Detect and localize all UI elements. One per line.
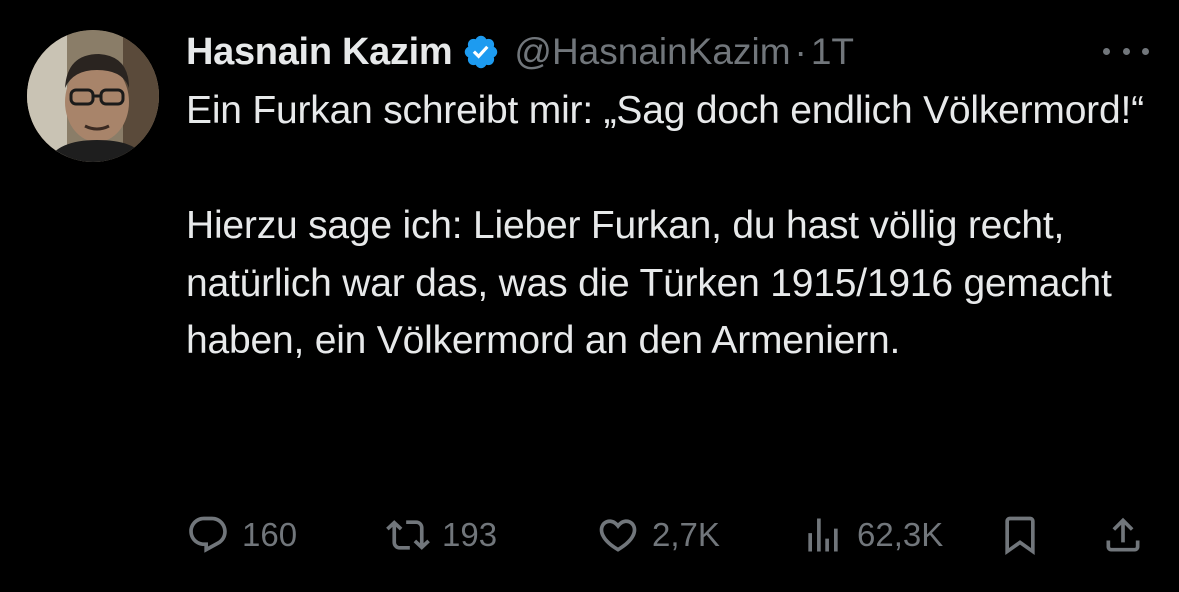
- timestamp[interactable]: 1T: [811, 31, 854, 73]
- views-icon: [808, 518, 838, 552]
- tweet-paragraph: Hierzu sage ich: Lieber Furkan, du hast …: [186, 204, 1112, 362]
- action-bar: 160 193 2,7K 62,3K: [186, 510, 1146, 560]
- more-options-icon[interactable]: [1103, 38, 1149, 64]
- tweet-text: Ein Furkan schreibt mir: „Sag doch endli…: [186, 82, 1146, 370]
- tweet: Hasnain Kazim @HasnainKazim · 1T Ein Fur…: [0, 0, 1179, 592]
- separator-dot: ·: [794, 31, 807, 72]
- reply-count: 160: [242, 516, 298, 553]
- bookmark-icon: [1005, 516, 1035, 556]
- avatar[interactable]: [27, 30, 159, 162]
- share-icon: [1106, 517, 1140, 552]
- display-name[interactable]: Hasnain Kazim: [186, 31, 453, 74]
- more-dot: [1122, 47, 1130, 55]
- bookmark-button[interactable]: [998, 510, 1042, 560]
- reply-button[interactable]: 160: [186, 510, 297, 560]
- more-dot: [1103, 47, 1110, 55]
- retweet-icon: [386, 520, 430, 550]
- reply-icon: [189, 516, 227, 553]
- like-count: 2,7K: [652, 516, 720, 553]
- retweet-button[interactable]: 193: [386, 510, 497, 560]
- handle[interactable]: @HasnainKazim: [514, 31, 790, 73]
- like-icon: [599, 519, 637, 552]
- tweet-paragraph: Ein Furkan schreibt mir: „Sag doch endli…: [186, 89, 1144, 132]
- tweet-header: Hasnain Kazim @HasnainKazim · 1T: [186, 28, 854, 76]
- more-dot: [1142, 47, 1149, 55]
- profile-photo-icon: [27, 30, 159, 162]
- verified-badge-icon: [462, 33, 500, 71]
- retweet-count: 193: [442, 516, 498, 553]
- views-button[interactable]: 62,3K: [801, 510, 943, 560]
- share-button[interactable]: [1101, 510, 1145, 560]
- views-count: 62,3K: [857, 516, 944, 553]
- like-button[interactable]: 2,7K: [596, 510, 720, 560]
